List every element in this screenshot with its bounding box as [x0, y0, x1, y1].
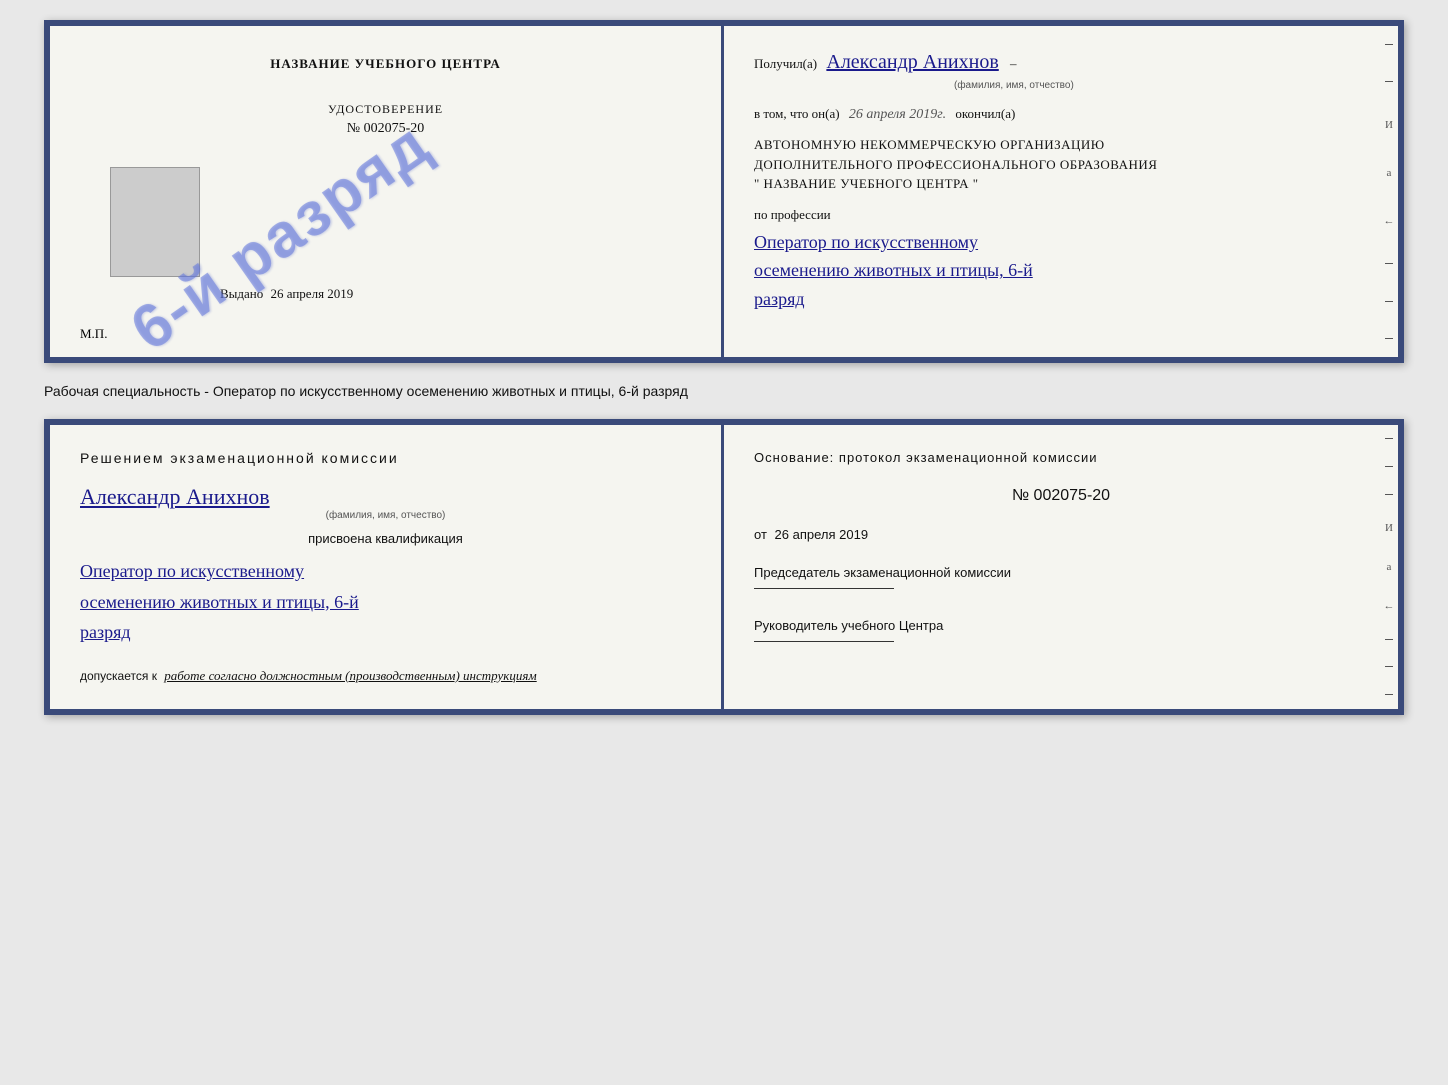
edge-dash-3 — [1385, 263, 1393, 264]
edge2-dash-1 — [1385, 438, 1393, 439]
doc-top-left: НАЗВАНИЕ УЧЕБНОГО ЦЕНТРА 6-й разряд УДОС… — [50, 26, 724, 357]
qual-line1: Оператор по искусственному — [80, 556, 691, 587]
doc-bottom-right: Основание: протокол экзаменационной коми… — [724, 425, 1398, 709]
doc-title: НАЗВАНИЕ УЧЕБНОГО ЦЕНТРА — [80, 56, 691, 72]
udostoverenie-block: УДОСТОВЕРЕНИЕ № 002075-20 — [80, 102, 691, 137]
fio-block: Александр Анихнов (фамилия, имя, отчеств… — [80, 476, 691, 521]
edge2-dash-3 — [1385, 494, 1393, 495]
predsedatel-label: Председатель экзаменационной комиссии — [754, 564, 1368, 582]
working-specialty-label: Рабочая специальность - Оператор по иску… — [44, 379, 1404, 403]
rukovoditel-label: Руководитель учебного Центра — [754, 617, 1368, 635]
doc-bottom-left: Решением экзаменационной комиссии Алекса… — [50, 425, 724, 709]
edge2-letter-i: И — [1385, 522, 1393, 534]
qual-line2: осеменению животных и птицы, 6-й — [80, 587, 691, 618]
prisvoena-label: присвоена квалификация — [80, 531, 691, 546]
right-edge-decoration-2: И а ← — [1380, 425, 1398, 709]
dopuskaetsya-prefix: допускается к — [80, 669, 157, 683]
ot-block: от 26 апреля 2019 — [754, 527, 1368, 542]
edge2-dash-4 — [1385, 639, 1393, 640]
okoncil-label: окончил(а) — [955, 106, 1015, 121]
predsedatel-block: Председатель экзаменационной комиссии — [754, 564, 1368, 595]
edge-arrow: ← — [1384, 215, 1395, 227]
edge2-dash-6 — [1385, 694, 1393, 695]
osnovanie-text: Основание: протокол экзаменационной коми… — [754, 450, 1368, 465]
vydano-date: 26 апреля 2019 — [271, 286, 354, 301]
edge-dash-2 — [1385, 81, 1393, 82]
profession-line1: Оператор по искусственному — [754, 228, 1368, 257]
edge-dash-5 — [1385, 338, 1393, 339]
udostoverenie-title: УДОСТОВЕРЕНИЕ — [80, 102, 691, 117]
edge2-dash-2 — [1385, 466, 1393, 467]
org-block: АВТОНОМНУЮ НЕКОММЕРЧЕСКУЮ ОРГАНИЗАЦИЮ ДО… — [754, 135, 1368, 194]
document-bottom: Решением экзаменационной комиссии Алекса… — [44, 419, 1404, 715]
dopuskaetsya-text: работе согласно должностным (производств… — [164, 668, 536, 683]
photo-placeholder — [110, 167, 200, 277]
vtom-date: 26 апреля 2019г. — [849, 107, 946, 122]
edge2-dash-5 — [1385, 666, 1393, 667]
qualification-block: Оператор по искусственному осеменению жи… — [80, 556, 691, 648]
edge-letter-i: И — [1385, 119, 1393, 131]
edge-dash-4 — [1385, 301, 1393, 302]
org-line1: АВТОНОМНУЮ НЕКОММЕРЧЕСКУЮ ОРГАНИЗАЦИЮ — [754, 135, 1368, 155]
fio-handwritten: Александр Анихнов — [826, 51, 998, 73]
dopuskaetsya-block: допускается к работе согласно должностны… — [80, 668, 691, 684]
udostoverenie-number: № 002075-20 — [80, 121, 691, 137]
edge2-arrow: ← — [1384, 600, 1395, 612]
edge-letter-a: а — [1387, 167, 1392, 179]
rukovoditel-signature-line — [754, 641, 894, 642]
profession-line3: разряд — [754, 285, 1368, 314]
mp-label: М.П. — [80, 326, 107, 342]
fio-small-label: (фамилия, имя, отчество) — [954, 78, 1368, 94]
edge2-letter-a: а — [1387, 561, 1392, 573]
profession-block: по профессии Оператор по искусственному … — [754, 206, 1368, 315]
org-name: " НАЗВАНИЕ УЧЕБНОГО ЦЕНТРА " — [754, 174, 1368, 194]
org-line2: ДОПОЛНИТЕЛЬНОГО ПРОФЕССИОНАЛЬНОГО ОБРАЗО… — [754, 155, 1368, 175]
fio2-handwritten: Александр Анихнов — [80, 484, 691, 510]
ot-prefix: от — [754, 527, 767, 542]
ot-date: 26 апреля 2019 — [775, 527, 869, 542]
predsedatel-signature-line — [754, 588, 894, 589]
poluchil-line: Получил(а) Александр Анихнов – (фамилия,… — [754, 46, 1368, 94]
qual-line3: разряд — [80, 617, 691, 648]
profession-line2: осеменению животных и птицы, 6-й — [754, 256, 1368, 285]
vydano-block: Выдано 26 апреля 2019 — [220, 286, 353, 302]
vtom-prefix: в том, что он(а) — [754, 106, 840, 121]
protocol-number: № 002075-20 — [754, 487, 1368, 505]
komissia-title: Решением экзаменационной комиссии — [80, 450, 691, 466]
right-edge-decoration: И а ← — [1380, 26, 1398, 357]
fio2-small: (фамилия, имя, отчество) — [80, 510, 691, 521]
edge-dash-1 — [1385, 44, 1393, 45]
po-professii-label: по профессии — [754, 206, 1368, 224]
rukovoditel-block: Руководитель учебного Центра — [754, 617, 1368, 648]
doc-top-right: Получил(а) Александр Анихнов – (фамилия,… — [724, 26, 1398, 357]
document-top: НАЗВАНИЕ УЧЕБНОГО ЦЕНТРА 6-й разряд УДОС… — [44, 20, 1404, 363]
dash1: – — [1010, 56, 1017, 71]
vydano-label: Выдано — [220, 286, 263, 301]
vtom-line: в том, что он(а) 26 апреля 2019г. окончи… — [754, 106, 1368, 123]
poluchil-prefix: Получил(а) — [754, 56, 817, 71]
